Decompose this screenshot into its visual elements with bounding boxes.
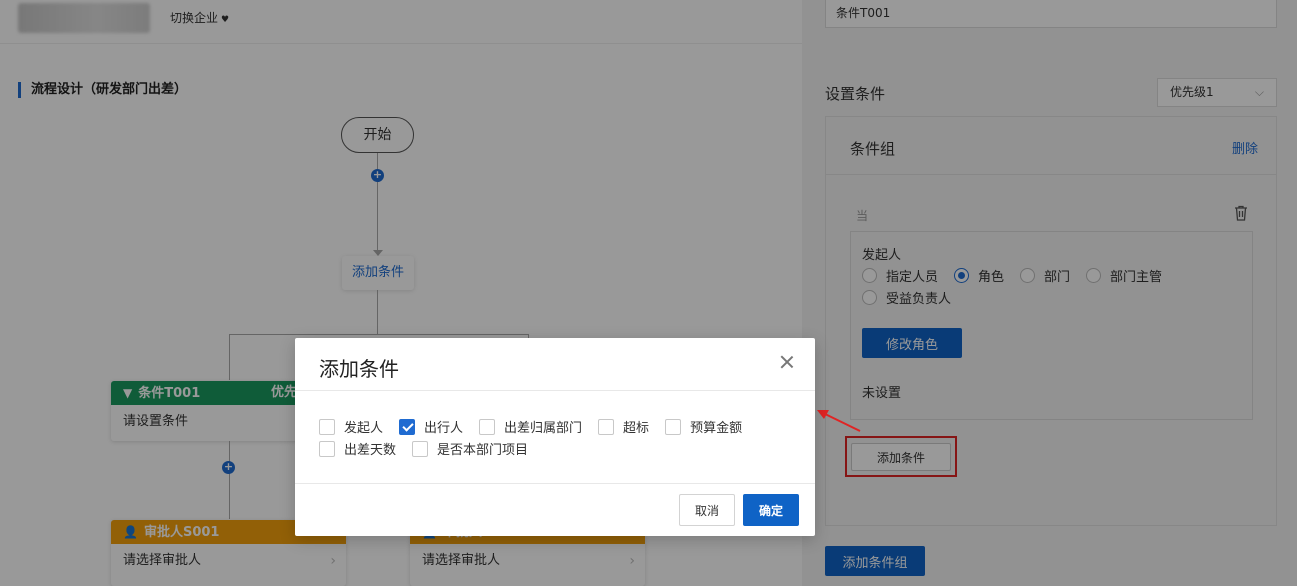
set-condition-title: 设置条件 bbox=[825, 85, 886, 103]
option-initiator[interactable]: 发起人 bbox=[319, 417, 383, 436]
company-logo-blurred bbox=[18, 3, 150, 33]
chevron-right-icon: › bbox=[629, 553, 635, 569]
option-label: 出行人 bbox=[424, 421, 464, 436]
user-icon: 👤 bbox=[123, 525, 138, 539]
priority-select[interactable]: 优先级1 ⌵ bbox=[1157, 78, 1277, 107]
caret-down-icon: ♥ bbox=[221, 15, 230, 25]
radio-button-icon bbox=[1020, 268, 1036, 283]
add-node-plus-icon[interactable]: + bbox=[371, 169, 384, 182]
option-budget-amount[interactable]: 预算金额 bbox=[665, 417, 742, 436]
confirm-button[interactable]: 确定 bbox=[743, 494, 799, 526]
top-bar: 切换企业 ♥ bbox=[0, 0, 802, 44]
add-condition-node[interactable]: 添加条件 bbox=[342, 256, 414, 290]
connector-line bbox=[229, 441, 230, 519]
dialog-divider bbox=[295, 390, 815, 391]
connector-line bbox=[377, 290, 378, 334]
start-node[interactable]: 开始 bbox=[341, 117, 414, 153]
option-trip-department[interactable]: 出差归属部门 bbox=[479, 417, 582, 436]
filter-icon: ▼ bbox=[123, 386, 133, 400]
option-label: 发起人 bbox=[344, 421, 384, 436]
dialog-divider bbox=[295, 483, 815, 484]
initiator-type-radio-group: 指定人员 角色 部门 部门主管 bbox=[862, 266, 1178, 285]
initiator-type-radio-group-row2: 受益负责人 bbox=[862, 288, 967, 307]
radio-department-head[interactable]: 部门主管 bbox=[1086, 266, 1162, 285]
condition-group: 条件组 删除 当 发起人 指定人员 角色 部门 部门主管 受益负责人 修改角色 … bbox=[825, 116, 1277, 526]
condition-rule-box: 发起人 指定人员 角色 部门 部门主管 受益负责人 修改角色 未设置 bbox=[850, 231, 1253, 420]
option-label: 出差天数 bbox=[344, 443, 397, 458]
condition-settings-drawer: 条件T001 设置条件 优先级1 ⌵ 条件组 删除 当 发起人 指定人员 角色 … bbox=[802, 0, 1297, 586]
initiator-label: 发起人 bbox=[862, 248, 902, 263]
condition-group-title: 条件组 bbox=[850, 140, 896, 158]
checkbox-icon bbox=[598, 418, 615, 435]
radio-label: 部门 bbox=[1044, 270, 1071, 285]
approver-node-body: 请选择审批人 › bbox=[111, 544, 346, 578]
modify-role-button[interactable]: 修改角色 bbox=[862, 328, 962, 358]
radio-button-icon bbox=[1086, 268, 1102, 283]
checkbox-icon bbox=[479, 418, 496, 435]
approver-node-hint: 请选择审批人 bbox=[123, 553, 202, 568]
annotation-arrow-icon bbox=[817, 410, 861, 432]
approver-node-body: 请选择审批人 › bbox=[410, 544, 645, 578]
priority-select-value: 优先级1 bbox=[1170, 85, 1214, 99]
radio-label: 受益负责人 bbox=[886, 292, 952, 307]
delete-group-link[interactable]: 删除 bbox=[1232, 138, 1258, 157]
connector-line bbox=[229, 334, 230, 380]
checkbox-checked-icon bbox=[399, 418, 416, 435]
radio-label: 指定人员 bbox=[886, 270, 939, 285]
radio-specified-person[interactable]: 指定人员 bbox=[862, 266, 938, 285]
option-label: 预算金额 bbox=[690, 421, 743, 436]
radio-button-icon bbox=[862, 268, 877, 283]
radio-beneficiary-owner[interactable]: 受益负责人 bbox=[862, 288, 951, 307]
radio-role[interactable]: 角色 bbox=[954, 266, 1004, 285]
option-traveler[interactable]: 出行人 bbox=[399, 417, 463, 436]
checkbox-icon bbox=[665, 418, 682, 435]
option-trip-days[interactable]: 出差天数 bbox=[319, 439, 396, 458]
option-over-standard[interactable]: 超标 bbox=[598, 417, 649, 436]
radio-label: 角色 bbox=[978, 270, 1005, 285]
condition-node-title: 条件T001 bbox=[138, 386, 201, 401]
switch-company-label: 切换企业 bbox=[170, 11, 219, 25]
dialog-title: 添加条件 bbox=[319, 357, 399, 381]
option-label: 超标 bbox=[623, 421, 650, 436]
checkbox-icon bbox=[412, 440, 429, 457]
role-unset-text: 未设置 bbox=[862, 386, 902, 401]
chevron-down-icon: ⌵ bbox=[1254, 85, 1264, 99]
branch-line bbox=[229, 334, 529, 335]
option-own-department-project[interactable]: 是否本部门项目 bbox=[412, 439, 528, 458]
add-condition-dialog: 添加条件 发起人 出行人 出差归属部门 超标 预算金额 出差天数 是否本部门项目… bbox=[295, 338, 815, 536]
option-label: 是否本部门项目 bbox=[437, 443, 529, 458]
condition-group-header: 条件组 删除 bbox=[826, 117, 1276, 175]
checkbox-icon bbox=[319, 440, 335, 457]
flow-title: 流程设计（研发部门出差） bbox=[18, 82, 187, 98]
chevron-right-icon: › bbox=[330, 553, 336, 569]
radio-department[interactable]: 部门 bbox=[1020, 266, 1070, 285]
switch-company-button[interactable]: 切换企业 ♥ bbox=[170, 9, 229, 26]
condition-node-priority: 优先 bbox=[271, 385, 298, 400]
radio-label: 部门主管 bbox=[1110, 270, 1163, 285]
trash-icon[interactable] bbox=[1234, 205, 1248, 221]
add-node-plus-icon[interactable]: + bbox=[222, 461, 235, 474]
condition-options-row-2: 出差天数 是否本部门项目 bbox=[319, 439, 544, 458]
checkbox-icon bbox=[319, 418, 335, 435]
close-icon[interactable] bbox=[779, 354, 795, 370]
condition-name-field[interactable]: 条件T001 bbox=[825, 0, 1277, 28]
radio-button-selected-icon bbox=[954, 268, 970, 283]
when-label: 当 bbox=[856, 209, 869, 223]
option-label: 出差归属部门 bbox=[504, 421, 583, 436]
annotation-highlight-box bbox=[845, 436, 957, 477]
condition-options-row: 发起人 出行人 出差归属部门 超标 预算金额 bbox=[319, 417, 758, 436]
radio-button-icon bbox=[862, 290, 877, 305]
approver-node-hint: 请选择审批人 bbox=[422, 553, 501, 568]
approver-node-title: 审批人S001 bbox=[143, 525, 220, 540]
add-condition-group-button[interactable]: 添加条件组 bbox=[825, 546, 925, 576]
cancel-button[interactable]: 取消 bbox=[679, 494, 735, 526]
